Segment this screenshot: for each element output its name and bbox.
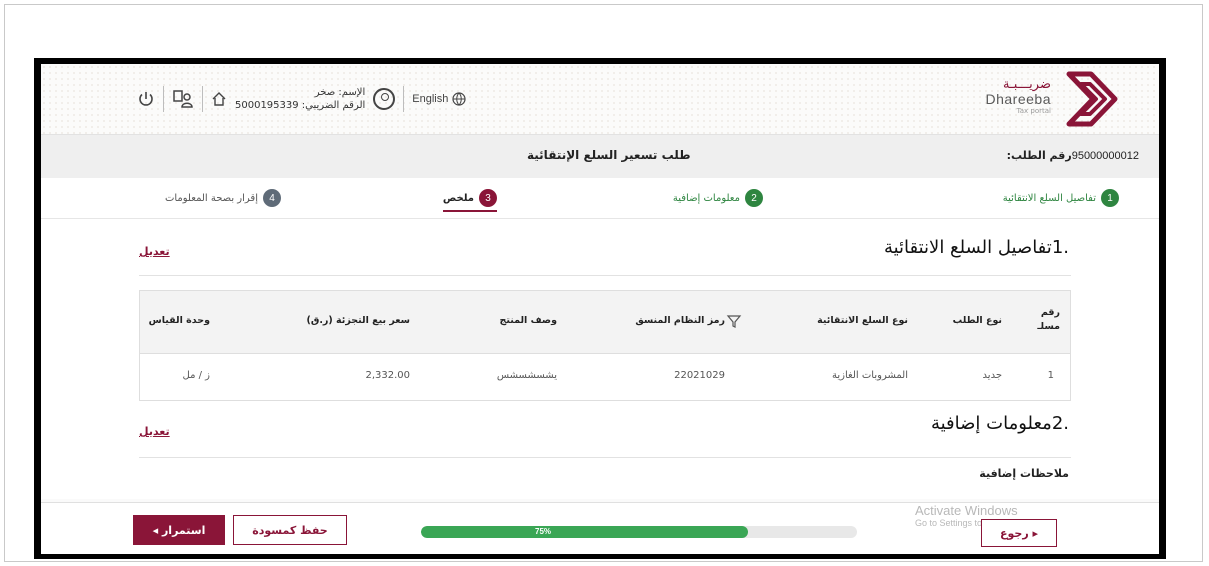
step-goods-details[interactable]: 1 تفاصيل السلع الانتقائية [1003, 189, 1119, 207]
progress-fill: 75% [421, 526, 748, 538]
back-button[interactable]: ▸ رجوع [981, 519, 1057, 547]
table-header: رقم مسلـ نوع الطلب نوع السلع الانتقائية … [140, 291, 1070, 354]
col-product-desc: وصف المنتج [499, 315, 557, 326]
step-number: 3 [479, 189, 497, 207]
step-label: ملخص [442, 192, 474, 204]
request-number-value: 95000000012 [1071, 150, 1139, 162]
col-goods-type: نوع السلع الانتقائية [817, 315, 908, 326]
progress-text: 75% [535, 527, 552, 536]
app-window: ضريـــبـة Dhareeba Tax portal الإسم: صخر… [41, 64, 1159, 554]
power-icon[interactable] [137, 90, 155, 108]
footer-actions: Activate Windows Go to Settings to activ… [41, 502, 1159, 554]
divider [163, 86, 164, 112]
user-info: الإسم: صخر الرقم الضريبي: 5000195339 [235, 86, 365, 112]
section-goods-title: .1تفاصيل السلع الانتقائية [883, 237, 1069, 258]
edit-additional-link[interactable]: تعديل [139, 425, 170, 438]
watermark-line1: Activate Windows [915, 503, 1018, 518]
request-bar: رقم الطلب:95000000012 طلب تسعير السلع ال… [41, 134, 1159, 179]
tax-id: الرقم الضريبي: 5000195339 [235, 100, 366, 111]
request-number-label: رقم الطلب: [1006, 149, 1072, 162]
step-label: إقرار بصحة المعلومات [164, 192, 258, 204]
step-summary[interactable]: 3 ملخص [442, 189, 497, 212]
logo-arabic: ضريـــبـة [1003, 77, 1051, 92]
cell-product-desc: يشسشسشس [496, 370, 557, 381]
cell-hs-code: 22021029 [674, 370, 725, 381]
logo-english: Dhareeba [985, 91, 1051, 107]
globe-icon [452, 92, 466, 106]
continue-button[interactable]: استمرار ◂ [133, 515, 225, 545]
step-label: معلومات إضافية [672, 192, 740, 204]
divider [202, 86, 203, 112]
logo-text: ضريـــبـة Dhareeba Tax portal [985, 77, 1052, 116]
request-title: طلب تسعير السلع الإنتقائية [527, 148, 691, 162]
language-label: English [412, 93, 449, 105]
switch-account-icon[interactable] [172, 88, 194, 110]
col-request-type: نوع الطلب [952, 315, 1002, 326]
progress-stepper: 1 تفاصيل السلع الانتقائية 2 معلومات إضاف… [41, 178, 1159, 219]
additional-notes-label: ملاحظات إضافية [979, 467, 1069, 480]
section-additional-title: .2معلومات إضافية [930, 413, 1069, 434]
edit-goods-link[interactable]: تعديل [139, 245, 170, 258]
step-number: 1 [1101, 189, 1119, 207]
request-number: رقم الطلب:95000000012 [1007, 149, 1139, 162]
user-avatar-icon[interactable] [373, 88, 396, 110]
step-number: 2 [745, 189, 763, 207]
logo-subtitle: Tax portal [1016, 107, 1051, 115]
language-switch[interactable]: English [412, 92, 466, 106]
cell-unit: ز / مل [182, 370, 211, 381]
col-hs-code: رمز النظام المنسق [635, 315, 725, 326]
step-declaration[interactable]: 4 إقرار بصحة المعلومات [165, 189, 281, 207]
col-unit: وحدة القياس [148, 315, 210, 326]
table-row: 1 جديد المشروبات الغازية 22021029 يشسشسش… [140, 354, 1070, 400]
dhareeba-logo-icon [1066, 71, 1118, 127]
col-retail-price: سعر بيع التجزئة (ر.ق) [306, 315, 410, 326]
save-draft-button[interactable]: حفظ كمسودة [233, 515, 347, 545]
completion-progress-bar: 75% [421, 526, 857, 538]
divider [403, 86, 405, 112]
home-icon[interactable] [211, 91, 227, 107]
summary-content: .1تفاصيل السلع الانتقائية تعديل رقم مسلـ… [41, 219, 1159, 499]
cell-retail-price: 2,332.00 [365, 370, 410, 381]
step-additional-info[interactable]: 2 معلومات إضافية [673, 189, 763, 207]
section-divider [139, 457, 1071, 458]
cell-request-type: جديد [982, 370, 1002, 381]
cell-serial: 1 [1047, 370, 1054, 381]
cell-goods-type: المشروبات الغازية [832, 370, 908, 381]
step-label: تفاصيل السلع الانتقائية [1002, 192, 1096, 204]
step-number: 4 [263, 189, 281, 207]
user-name: الإسم: صخر [314, 87, 366, 98]
header-toolbar: الإسم: صخر الرقم الضريبي: 5000195339 Eng… [137, 78, 466, 120]
col-serial: رقم مسلـ [1037, 307, 1060, 332]
goods-table: رقم مسلـ نوع الطلب نوع السلع الانتقائية … [139, 290, 1071, 401]
section-divider [139, 275, 1071, 276]
top-header: ضريـــبـة Dhareeba Tax portal الإسم: صخر… [41, 64, 1159, 134]
filter-icon[interactable] [726, 313, 742, 329]
